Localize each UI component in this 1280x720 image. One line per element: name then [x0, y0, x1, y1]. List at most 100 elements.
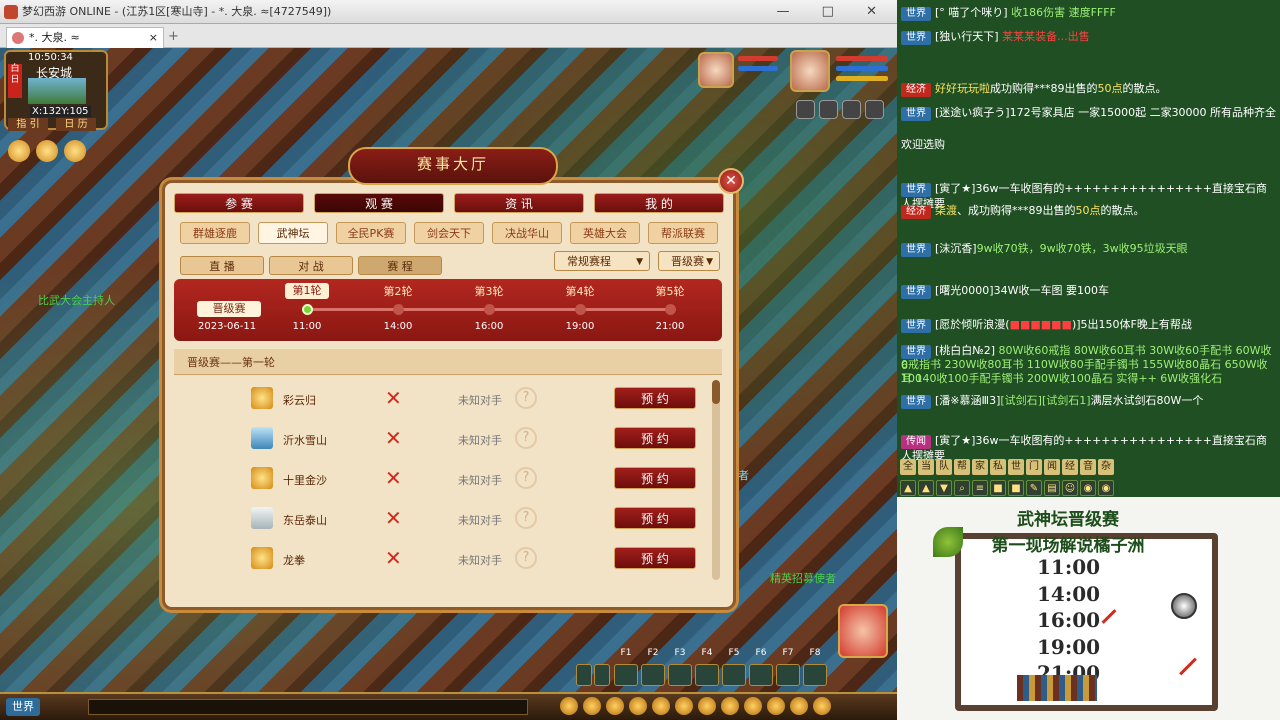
chat-input[interactable] — [88, 699, 528, 715]
tab-main-3[interactable]: 我 的 — [594, 193, 724, 213]
round-label[interactable]: 第2轮 — [376, 283, 420, 299]
player-portrait[interactable] — [790, 50, 830, 92]
speech-icon[interactable]: ◉ — [1098, 480, 1114, 496]
chat-text[interactable]: 柒渡 — [935, 204, 957, 217]
channel-tag[interactable]: 经济 — [901, 205, 931, 219]
chat-filter-3[interactable]: 帮 — [954, 459, 970, 475]
channel-tag[interactable]: 世界 — [901, 395, 931, 409]
channel-tag[interactable]: 世界 — [901, 285, 931, 299]
schedule-type-dropdown[interactable]: 常规赛程 ▼ — [554, 251, 650, 271]
scrollbar-thumb[interactable] — [712, 380, 720, 404]
npc-name[interactable]: 比武大会主持人 — [38, 292, 115, 308]
activity-icon[interactable] — [8, 140, 30, 162]
chat-filter-9[interactable]: 经 — [1062, 459, 1078, 475]
hotkey-slot[interactable] — [576, 664, 592, 686]
match-list-scrollbar[interactable] — [712, 380, 720, 580]
moon-icon[interactable] — [36, 140, 58, 162]
chat-filter-7[interactable]: 门 — [1026, 459, 1042, 475]
emoji-icon[interactable]: ☺ — [1062, 480, 1078, 496]
reserve-button[interactable]: 预 约 — [614, 427, 696, 449]
channel-tag[interactable]: 世界 — [901, 345, 931, 359]
lock-icon[interactable]: ■ — [990, 480, 1006, 496]
channel-tag[interactable]: 世界 — [901, 31, 931, 45]
chat-text[interactable]: 好好玩玩啦 — [935, 82, 990, 95]
channel-tag[interactable]: 世界 — [901, 243, 931, 257]
chat-text[interactable]: 50点 — [1098, 82, 1123, 95]
settings-icon[interactable] — [842, 100, 861, 119]
round-dot[interactable] — [302, 304, 313, 315]
tab-event-5[interactable]: 英雄大会 — [570, 222, 640, 244]
minimap[interactable]: 10:50:34 白日 长安城 X:132Y:105 指 引 日 历 — [4, 50, 108, 131]
tab-view-1[interactable]: 对 战 — [269, 256, 353, 275]
menu-icon[interactable] — [767, 697, 785, 715]
calendar-button[interactable]: 日 历 — [56, 118, 96, 131]
menu-icon[interactable] — [790, 697, 808, 715]
lock-icon[interactable]: ■ — [1008, 480, 1024, 496]
round-dot[interactable] — [393, 304, 404, 315]
tab-event-4[interactable]: 决战华山 — [492, 222, 562, 244]
round-label[interactable]: 第1轮 — [285, 283, 329, 299]
hotkey-slot[interactable] — [641, 664, 665, 686]
channel-tag[interactable]: 世界 — [901, 183, 931, 197]
character-avatar[interactable] — [838, 604, 888, 658]
gem-icon[interactable] — [64, 140, 86, 162]
round-label[interactable]: 第5轮 — [648, 283, 692, 299]
round-label[interactable]: 第3轮 — [467, 283, 511, 299]
menu-icon[interactable] — [813, 697, 831, 715]
menu-icon[interactable] — [560, 697, 578, 715]
settings-icon[interactable] — [865, 100, 884, 119]
chat-log[interactable]: 世界 [° 喵了个咪り] 收186伤害 速度FFFF 世界 [独い行天下] 某某某装备… — [897, 0, 1280, 497]
npc-name[interactable]: 精英招募使者 — [770, 570, 836, 586]
browser-tab[interactable]: *. 大泉. ≈ × — [6, 27, 164, 48]
minimap-image[interactable] — [28, 78, 86, 104]
channel-tag[interactable]: 世界 — [901, 319, 931, 333]
search-icon[interactable]: ⌕ — [954, 480, 970, 496]
stage-dropdown[interactable]: 晋级赛 ▼ — [658, 251, 720, 271]
tab-event-6[interactable]: 帮派联赛 — [648, 222, 718, 244]
filter-icon[interactable]: ≡ — [972, 480, 988, 496]
new-tab-button[interactable]: + — [168, 29, 179, 44]
settings-icon[interactable] — [796, 100, 815, 119]
hotkey-slot[interactable] — [614, 664, 638, 686]
menu-icon[interactable] — [606, 697, 624, 715]
hotkey-slot[interactable] — [695, 664, 719, 686]
chat-text[interactable]: 50点 — [1076, 204, 1101, 217]
book-icon[interactable]: ▤ — [1044, 480, 1060, 496]
round-label[interactable]: 第4轮 — [558, 283, 602, 299]
round-dot[interactable] — [665, 304, 676, 315]
menu-icon[interactable] — [583, 697, 601, 715]
hotkey-slot[interactable] — [594, 664, 610, 686]
channel-tag[interactable]: 世界 — [901, 107, 931, 121]
pet-portrait[interactable] — [698, 52, 734, 88]
guide-button[interactable]: 指 引 — [8, 118, 48, 131]
tab-main-2[interactable]: 资 讯 — [454, 193, 584, 213]
tab-main-1[interactable]: 观 赛 — [314, 193, 444, 213]
close-button[interactable]: ✕ — [718, 168, 744, 194]
tab-event-2[interactable]: 全民PK赛 — [336, 222, 406, 244]
tab-view-0[interactable]: 直 播 — [180, 256, 264, 275]
channel-tag[interactable]: 经济 — [901, 83, 931, 97]
npc-name[interactable]: 者 — [738, 467, 749, 483]
chat-filter-10[interactable]: 音 — [1080, 459, 1096, 475]
channel-tag[interactable]: 传闻 — [901, 435, 931, 449]
menu-icon[interactable] — [744, 697, 762, 715]
menu-icon[interactable] — [652, 697, 670, 715]
chat-filter-11[interactable]: 杂 — [1098, 459, 1114, 475]
chat-filter-8[interactable]: 闻 — [1044, 459, 1060, 475]
hotkey-slot[interactable] — [749, 664, 773, 686]
settings-icon[interactable] — [819, 100, 838, 119]
channel-tag[interactable]: 世界 — [901, 7, 931, 21]
window-controls[interactable]: — □ ✕ — [777, 0, 891, 24]
hotkey-slot[interactable] — [668, 664, 692, 686]
hotkey-slot[interactable] — [803, 664, 827, 686]
chat-filter-6[interactable]: 世 — [1008, 459, 1024, 475]
chat-filter-5[interactable]: 私 — [990, 459, 1006, 475]
hotkey-slot[interactable] — [722, 664, 746, 686]
reserve-button[interactable]: 预 约 — [614, 467, 696, 489]
reserve-button[interactable]: 预 约 — [614, 547, 696, 569]
tab-event-0[interactable]: 群雄逐鹿 — [180, 222, 250, 244]
round-dot[interactable] — [484, 304, 495, 315]
pen-icon[interactable]: ✎ — [1026, 480, 1042, 496]
channel-button[interactable]: 世界 — [6, 698, 40, 716]
menu-icon[interactable] — [698, 697, 716, 715]
